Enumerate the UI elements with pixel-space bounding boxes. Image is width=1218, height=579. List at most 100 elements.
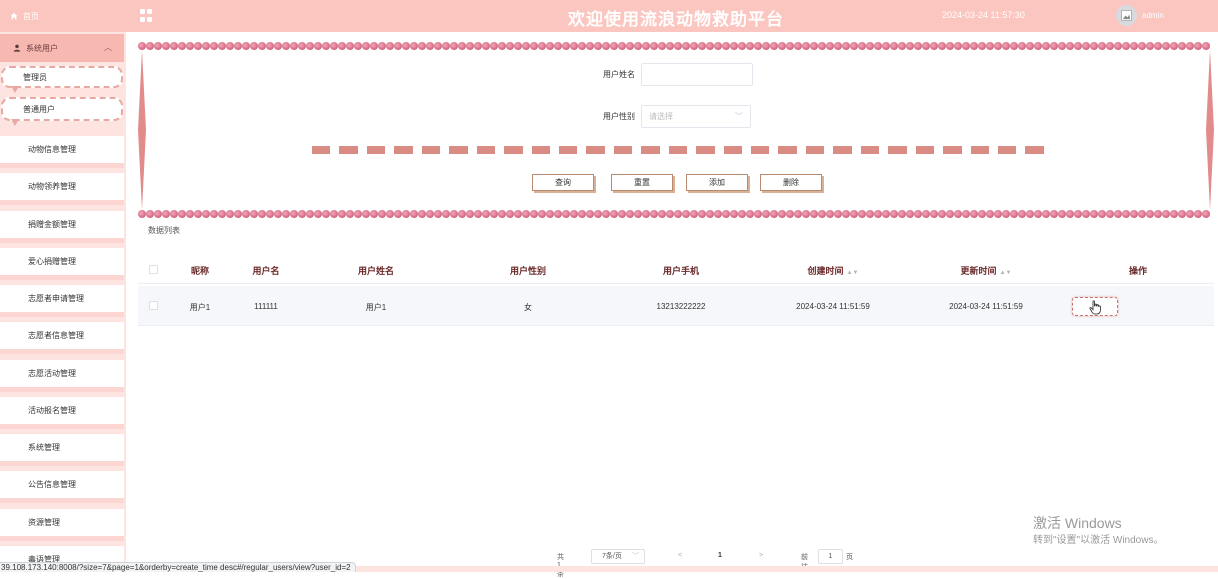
add-button[interactable]: 添加 (686, 174, 748, 191)
decor-bead (618, 210, 626, 218)
decor-bead (506, 210, 514, 218)
sidebar-item-animal-info[interactable]: 动物信息管理 (0, 136, 124, 168)
sidebar-item-label: 动物领养管理 (28, 182, 76, 191)
decor-bead (882, 210, 890, 218)
sidebar-item-admin[interactable]: 管理员 (1, 66, 123, 93)
delete-button[interactable]: 删除 (760, 174, 822, 191)
image-icon (1121, 10, 1132, 21)
decor-bead (202, 210, 210, 218)
sort-icon[interactable]: ▲▼ (847, 270, 859, 276)
decor-dash (613, 146, 633, 154)
decor-bead (346, 210, 354, 218)
decor-bead (1178, 42, 1186, 50)
decor-bead (1202, 210, 1210, 218)
decor-bead (1130, 210, 1138, 218)
decor-dash (778, 146, 797, 154)
sidebar-item-regular-users[interactable]: 普通用户 (1, 97, 123, 126)
decor-dash (421, 146, 441, 154)
sidebar-item-volunteer-apply[interactable]: 志愿者申请管理 (0, 285, 124, 317)
sidebar-item-notice[interactable]: 公告信息管理 (0, 471, 124, 503)
avatar[interactable] (1116, 5, 1137, 26)
menu-grid-icon[interactable] (140, 9, 153, 22)
gender-select[interactable]: 请选择 ﹀ (641, 105, 751, 128)
chevron-down-icon: ﹀ (735, 112, 743, 121)
decor-bead (1090, 210, 1098, 218)
decor-bead (1122, 210, 1130, 218)
decor-dash (943, 146, 962, 154)
pager-prev[interactable]: < (678, 552, 682, 559)
sidebar-item-system[interactable]: 系统管理 (0, 434, 124, 466)
decor-bead (402, 42, 410, 50)
decor-bead (1058, 210, 1066, 218)
sidebar-item-activity-signup[interactable]: 活动报名管理 (0, 397, 124, 429)
decor-bead (146, 42, 154, 50)
sidebar-group-system-users[interactable]: 系统用户 ︿ (0, 34, 124, 62)
decor-bead (866, 42, 874, 50)
sidebar-item-resources[interactable]: 资源管理 (0, 509, 124, 541)
decor-bead (690, 210, 698, 218)
decor-bead (466, 210, 474, 218)
col-created[interactable]: 创建时间 ▲▼ (793, 264, 873, 277)
decor-bead (842, 210, 850, 218)
decor-bead (826, 210, 834, 218)
decor-bead (1082, 210, 1090, 218)
sidebar-item-donation-amount[interactable]: 捐赠金额管理 (0, 211, 124, 243)
decor-bead (898, 42, 906, 50)
decor-bead (162, 210, 170, 218)
decor-bead (1066, 210, 1074, 218)
query-button[interactable]: 查询 (532, 174, 594, 191)
decor-bead (426, 42, 434, 50)
sort-icon[interactable]: ▲▼ (1000, 270, 1012, 276)
decor-bead (298, 42, 306, 50)
pager-next[interactable]: > (759, 552, 763, 559)
decor-bead (202, 42, 210, 50)
decor-bead (354, 210, 362, 218)
select-all-checkbox[interactable] (149, 265, 158, 274)
decor-bead (218, 42, 226, 50)
decor-bead (978, 42, 986, 50)
pager-current[interactable]: 1 (718, 552, 722, 559)
decor-bead (1066, 42, 1074, 50)
sidebar-item-love-donation[interactable]: 爱心捐赠管理 (0, 248, 124, 280)
sidebar-item-adoption[interactable]: 动物领养管理 (0, 173, 124, 205)
header-username[interactable]: admin (1142, 11, 1164, 20)
decor-bead (1082, 42, 1090, 50)
decor-bead (386, 210, 394, 218)
col-updated[interactable]: 更新时间 ▲▼ (946, 264, 1026, 277)
decor-bead (498, 210, 506, 218)
decor-bead (1194, 42, 1202, 50)
page-size-select[interactable]: 7条/页 ﹀ (591, 549, 645, 564)
decor-bead (578, 210, 586, 218)
windows-activation-hint: 转到"设置"以激活 Windows。 (1033, 535, 1164, 546)
sidebar-item-volunteer-activity[interactable]: 志愿活动管理 (0, 360, 124, 392)
decor-bead (274, 42, 282, 50)
decor-bead (1034, 210, 1042, 218)
sidebar-group-label: 系统用户 (26, 43, 58, 53)
name-input[interactable] (641, 63, 753, 86)
decor-bead (626, 42, 634, 50)
decor-bead (1098, 42, 1106, 50)
sidebar-home[interactable]: 首页 (0, 0, 126, 32)
decor-bead (922, 42, 930, 50)
row-action-button[interactable] (1072, 297, 1118, 316)
hand-pointer-icon (1089, 300, 1101, 315)
decor-bead (794, 210, 802, 218)
decor-bead (626, 210, 634, 218)
decor-bead (346, 42, 354, 50)
decor-dash (860, 146, 880, 154)
decor-bead (858, 210, 866, 218)
decor-bead (898, 210, 906, 218)
pager-goto-input[interactable]: 1 (818, 549, 843, 564)
decor-bead (282, 210, 290, 218)
decor-bead (546, 210, 554, 218)
decor-bead (938, 42, 946, 50)
decor-bead (770, 210, 778, 218)
decor-bead (442, 210, 450, 218)
decor-bead (170, 42, 178, 50)
sidebar-item-volunteer-info[interactable]: 志愿者信息管理 (0, 322, 124, 354)
decor-bead (162, 42, 170, 50)
reset-button[interactable]: 重置 (611, 174, 673, 191)
row-checkbox[interactable] (149, 301, 158, 310)
decor-bead (682, 42, 690, 50)
decor-bead (874, 210, 882, 218)
